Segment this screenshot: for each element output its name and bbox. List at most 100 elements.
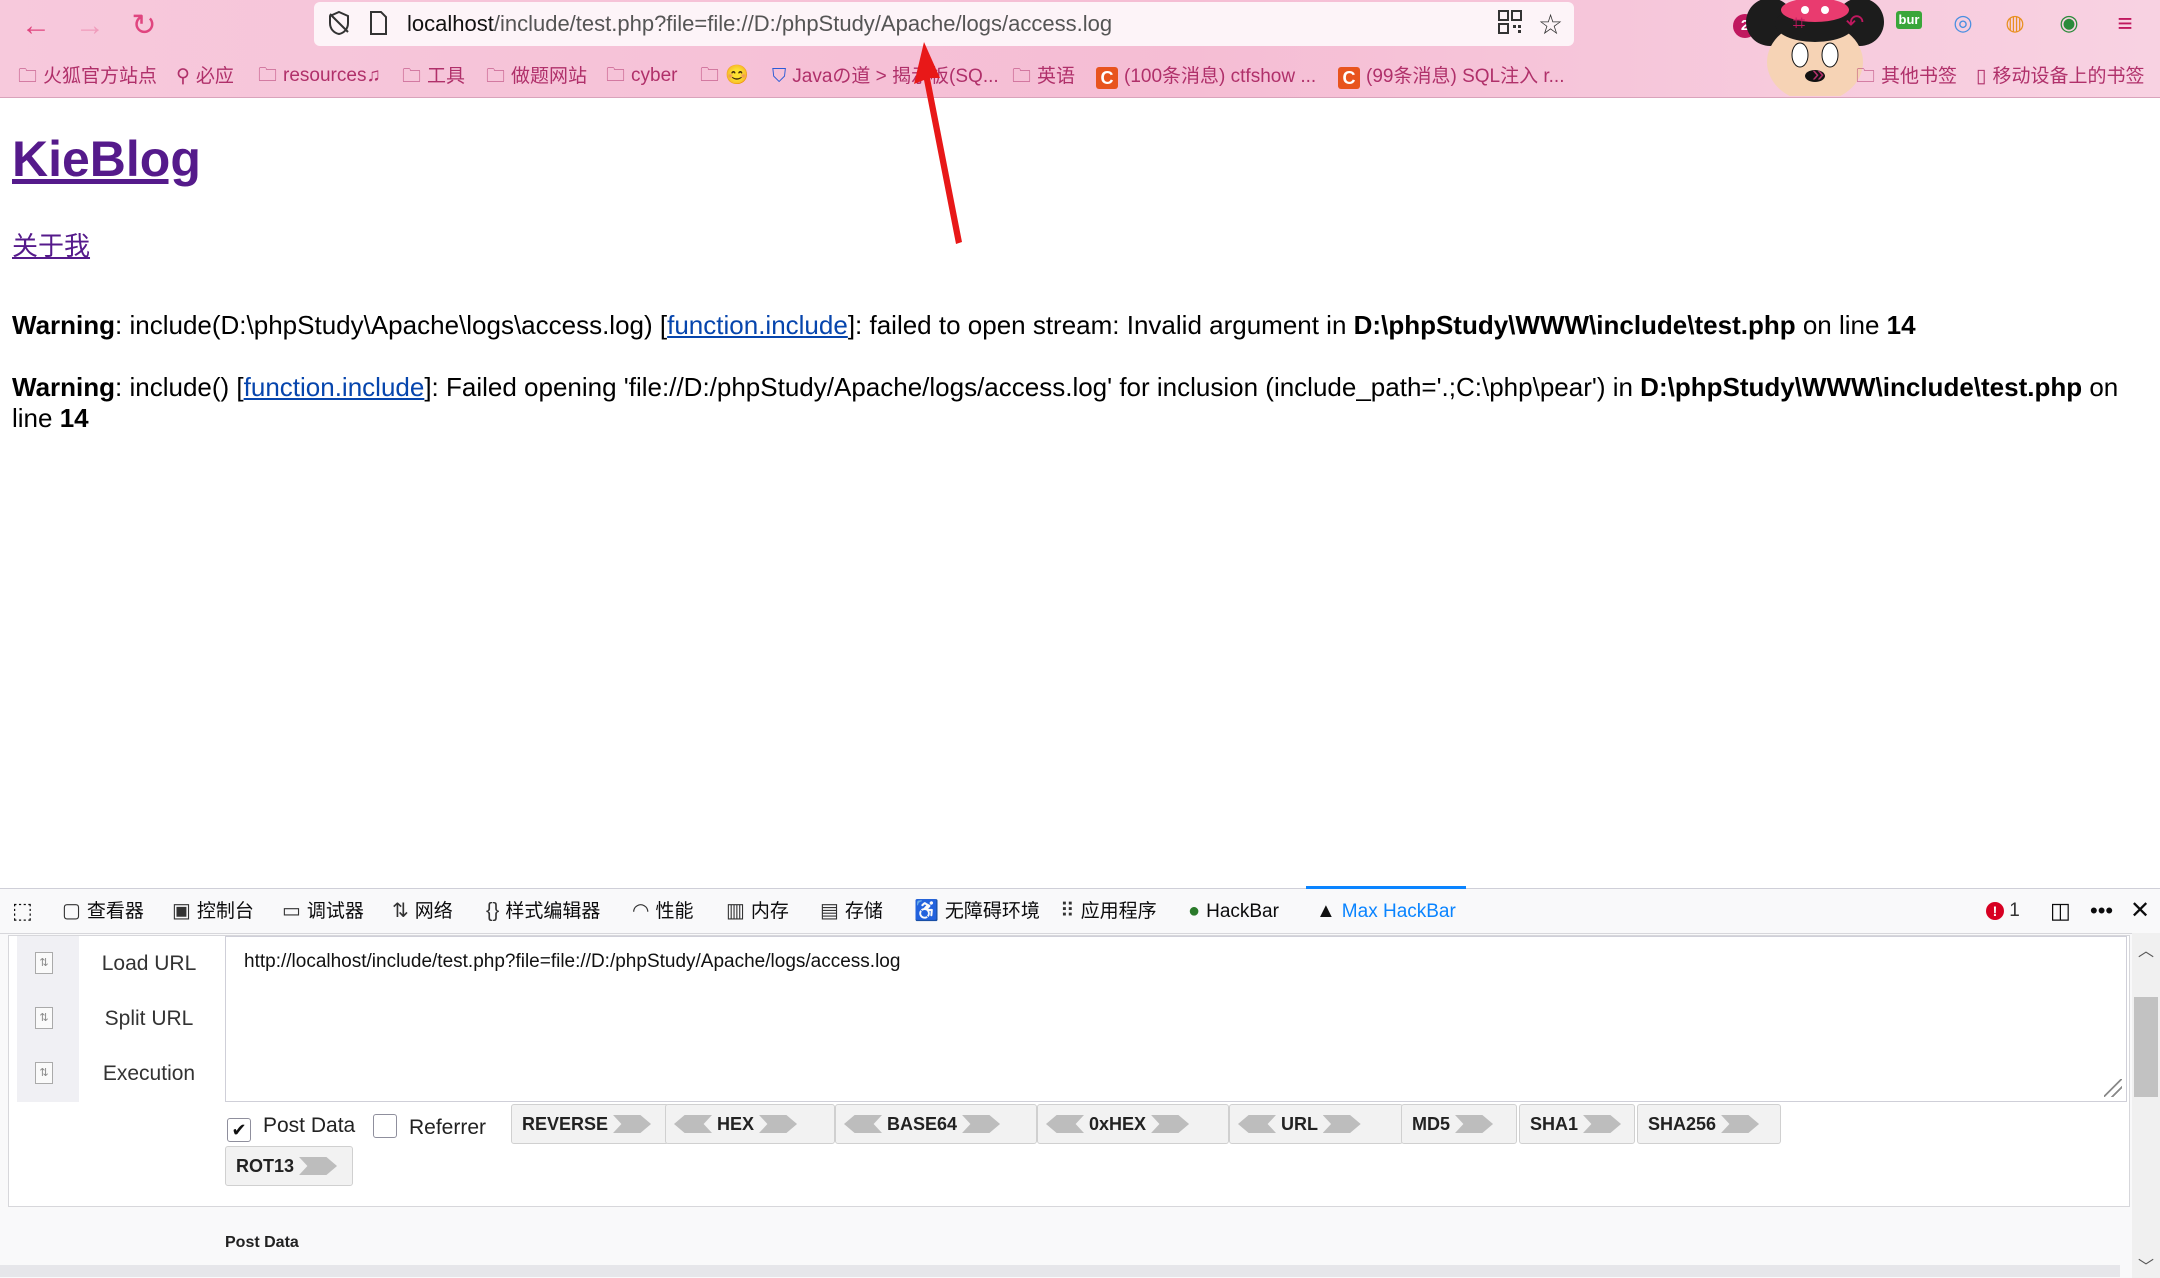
warning-message: Warning: include(D:\phpStudy\Apache\logs… <box>12 310 1916 340</box>
post-data-input-edge <box>0 1265 2120 1277</box>
function-include-link[interactable]: function.include <box>667 310 848 340</box>
annotation-arrow <box>914 42 962 244</box>
chrome-extension-icon[interactable]: ◍ <box>2000 8 2030 38</box>
tab-network[interactable]: ⇅ 网络 <box>392 889 453 933</box>
warning-file: D:\phpStudy\WWW\include\test.php <box>1640 372 2083 402</box>
scroll-down-icon[interactable]: ﹀ <box>2138 1253 2154 1277</box>
forward-arrow-icon[interactable]: → <box>72 8 108 44</box>
load-url-icon[interactable]: ⇅ <box>35 952 53 974</box>
arrow-left-icon <box>1238 1115 1276 1133</box>
bookmark-item[interactable]: 🗀 cyber <box>606 61 677 93</box>
reverse-button[interactable]: REVERSE <box>511 1104 669 1144</box>
shield-j-icon: ⛉ <box>772 66 787 87</box>
post-data-checkbox[interactable]: ✔ Post Data <box>227 1114 355 1142</box>
tab-debugger[interactable]: ▭ 调试器 <box>282 889 364 933</box>
devtools-tabbar: ⬚ ▢ 查看器 ▣ 控制台 ▭ 调试器 ⇅ 网络 {} 样式编辑器 ◠ 性能 ▥ 内存 ▤ 存储… <box>0 886 2160 934</box>
scroll-up-icon[interactable]: ︿ <box>2138 937 2154 961</box>
folder-icon: 🗀 <box>486 66 506 87</box>
proxy-extension-icon[interactable]: ◎ <box>1948 8 1978 38</box>
folder-icon: 🗀 <box>606 65 626 86</box>
execution-button[interactable]: Execution <box>79 1062 219 1086</box>
tab-performance[interactable]: ◠ 性能 <box>632 889 693 933</box>
bookmarks-overflow-button[interactable]: » <box>1812 61 1824 87</box>
0xhex-button[interactable]: 0xHEX <box>1037 1104 1229 1144</box>
vertical-scrollbar[interactable]: ︿ ﹀ <box>2132 933 2160 1278</box>
qr-code-icon[interactable] <box>1498 10 1522 41</box>
undo-icon[interactable]: ↶ <box>1840 8 1870 38</box>
tab-max-hackbar[interactable]: ▲ Max HackBar <box>1306 886 1466 933</box>
page-content: KieBlog 关于我 Warning: include(D:\phpStudy… <box>0 98 2160 888</box>
warning-file: D:\phpStudy\WWW\include\test.php <box>1353 310 1796 340</box>
tracking-protection-icon[interactable] <box>326 10 352 43</box>
tab-inspector[interactable]: ▢ 查看器 <box>62 889 144 933</box>
tab-style-editor[interactable]: {} 样式编辑器 <box>486 889 600 933</box>
other-bookmarks[interactable]: 🗀 其他书签 <box>1856 61 1957 94</box>
bookmark-item[interactable]: C (99条消息) SQL注入 r... <box>1338 61 1564 89</box>
page-info-icon[interactable] <box>368 10 388 43</box>
tab-storage[interactable]: ▤ 存储 <box>820 889 883 933</box>
sha256-button[interactable]: SHA256 <box>1637 1104 1781 1144</box>
bookmark-star-icon[interactable]: ☆ <box>1538 8 1563 41</box>
console-icon: ▣ <box>172 900 191 922</box>
url-textarea-value: http://localhost/include/test.php?file=f… <box>244 951 901 972</box>
referrer-checkbox[interactable]: Referrer <box>373 1114 486 1140</box>
rot13-button[interactable]: ROT13 <box>225 1146 353 1186</box>
bookmark-item[interactable]: ⚲ 必应 <box>176 61 234 88</box>
max-hackbar-panel: ⇅ ⇅ ⇅ Load URL Split URL Execution http:… <box>8 935 2130 1207</box>
mobile-bookmarks[interactable]: ▯ 移动设备上的书签 <box>1976 61 2144 88</box>
bookmark-item[interactable]: 🗀 英语 <box>1012 61 1075 94</box>
split-url-button[interactable]: Split URL <box>79 1007 219 1031</box>
burp-extension-icon[interactable]: bur <box>1894 2 1924 32</box>
reload-icon[interactable]: ↻ <box>126 8 162 44</box>
split-url-icon[interactable]: ⇅ <box>35 1007 53 1029</box>
max-hackbar-icon: ▲ <box>1316 900 1336 922</box>
tab-accessibility[interactable]: ♿ 无障碍环境 <box>914 889 1040 933</box>
site-title-link[interactable]: KieBlog <box>12 130 201 188</box>
checkmark-icon: ✔ <box>227 1118 251 1142</box>
memory-icon: ▥ <box>726 900 745 922</box>
element-picker-icon[interactable]: ⬚ <box>12 889 33 933</box>
error-count-badge[interactable]: ! 1 <box>1986 889 2020 933</box>
tab-memory[interactable]: ▥ 内存 <box>726 889 789 933</box>
debugger-icon: ▭ <box>282 900 301 922</box>
bookmark-item[interactable]: 🗀 工具 <box>402 61 465 94</box>
arrow-right-icon <box>299 1157 338 1175</box>
url-text[interactable]: localhost/include/test.php?file=file://D… <box>407 11 1112 37</box>
style-editor-icon: {} <box>486 900 500 922</box>
arrow-right-icon <box>1583 1115 1622 1133</box>
base64-button[interactable]: BASE64 <box>835 1104 1037 1144</box>
back-arrow-icon[interactable]: ← <box>18 8 54 44</box>
url-textarea[interactable]: http://localhost/include/test.php?file=f… <box>225 936 2127 1102</box>
folder-icon: 🗀 <box>700 65 720 86</box>
folder-icon: 🗀 <box>402 66 422 87</box>
hackbar-icon: ● <box>1188 900 1201 922</box>
search-icon: ⚲ <box>176 66 190 87</box>
bookmark-item[interactable]: 🗀 resources♫ <box>258 61 381 93</box>
bookmark-item[interactable]: C (100条消息) ctfshow ... <box>1096 61 1316 89</box>
error-icon: ! <box>1986 902 2004 920</box>
storage-icon: ▤ <box>820 900 839 922</box>
md5-button[interactable]: MD5 <box>1401 1104 1517 1144</box>
resize-handle-icon[interactable] <box>2104 1079 2122 1097</box>
sha1-button[interactable]: SHA1 <box>1519 1104 1635 1144</box>
more-options-icon[interactable]: ••• <box>2090 889 2113 933</box>
function-include-link[interactable]: function.include <box>244 372 425 402</box>
scrollbar-thumb[interactable] <box>2134 997 2158 1097</box>
tab-console[interactable]: ▣ 控制台 <box>172 889 254 933</box>
globe-extension-icon[interactable]: ◉ <box>2054 8 2084 38</box>
hex-button[interactable]: HEX <box>665 1104 835 1144</box>
bookmark-item[interactable]: 🗀 火狐官方站点 <box>18 61 157 94</box>
about-me-link[interactable]: 关于我 <box>12 226 90 263</box>
execution-icon[interactable]: ⇅ <box>35 1062 53 1084</box>
menu-hamburger-icon[interactable]: ≡ <box>2110 8 2140 38</box>
tab-application[interactable]: ⠿ 应用程序 <box>1060 889 1157 933</box>
dock-side-icon[interactable]: ◫ <box>2050 889 2071 933</box>
url-encode-button[interactable]: URL <box>1229 1104 1403 1144</box>
devtools-panel: ⬚ ▢ 查看器 ▣ 控制台 ▭ 调试器 ⇅ 网络 {} 样式编辑器 ◠ 性能 ▥ 内存 ▤ 存储… <box>0 886 2160 1278</box>
load-url-button[interactable]: Load URL <box>79 952 219 976</box>
close-devtools-icon[interactable]: ✕ <box>2130 889 2150 933</box>
tab-hackbar[interactable]: ● HackBar <box>1188 889 1279 933</box>
crop-icon[interactable]: ⌗ <box>1784 8 1814 38</box>
bookmark-item[interactable]: 🗀 😊 <box>700 61 749 93</box>
bookmark-item[interactable]: 🗀 做题网站 <box>486 61 587 94</box>
